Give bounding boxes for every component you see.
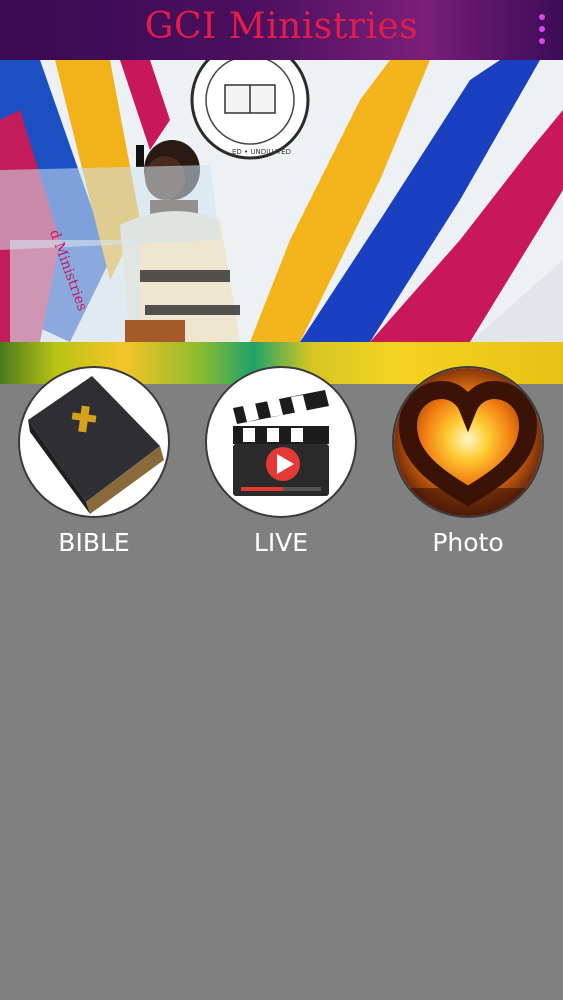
bible-label: BIBLE bbox=[58, 528, 130, 557]
bible-circle[interactable] bbox=[18, 366, 170, 518]
hero-banner-image: ED • UNDILUTED d Ministries bbox=[0, 60, 563, 342]
seal-text: ED • UNDILUTED bbox=[232, 148, 291, 156]
more-options-icon[interactable] bbox=[535, 14, 549, 44]
bible-tile[interactable]: BIBLE bbox=[18, 366, 170, 557]
live-label: LIVE bbox=[253, 528, 309, 557]
preacher-banner-image: ED • UNDILUTED d Ministries bbox=[0, 60, 563, 342]
photo-label: Photo bbox=[432, 528, 504, 557]
live-circle[interactable] bbox=[205, 366, 357, 518]
bible-book-icon bbox=[28, 376, 164, 514]
photo-circle[interactable] bbox=[392, 366, 544, 518]
clapperboard-play-icon bbox=[233, 390, 329, 496]
heart-hands-sunset-icon bbox=[394, 368, 542, 516]
live-tile[interactable]: LIVE bbox=[205, 366, 357, 557]
app-title: GCI Ministries bbox=[144, 6, 419, 47]
app-bar: GCI Ministries bbox=[0, 0, 563, 60]
photo-tile[interactable]: Photo bbox=[392, 366, 544, 557]
